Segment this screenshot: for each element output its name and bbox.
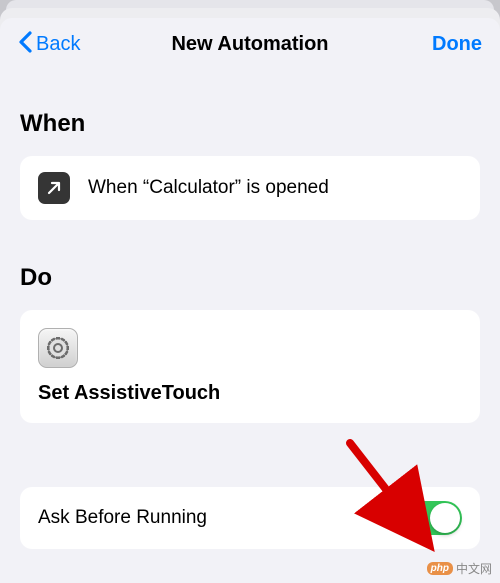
when-card[interactable]: When “Calculator” is opened: [20, 156, 480, 220]
watermark-text: 中文网: [456, 560, 492, 577]
back-label: Back: [36, 33, 80, 56]
page-title: New Automation: [171, 33, 328, 56]
automation-sheet: Back New Automation Done When When “Calc…: [0, 18, 500, 583]
back-button[interactable]: Back: [18, 31, 80, 57]
watermark-badge: php: [427, 562, 453, 575]
do-header: Do: [20, 264, 480, 292]
nav-bar: Back New Automation Done: [0, 18, 500, 70]
when-condition-text: When “Calculator” is opened: [88, 177, 329, 199]
ask-before-running-toggle[interactable]: [406, 501, 462, 535]
settings-app-icon: [38, 328, 78, 368]
do-card[interactable]: Set AssistiveTouch: [20, 310, 480, 423]
chevron-left-icon: [18, 31, 32, 57]
app-open-icon: [38, 172, 70, 204]
when-header: When: [20, 110, 480, 138]
action-label: Set AssistiveTouch: [38, 382, 462, 405]
ask-before-running-row: Ask Before Running: [20, 487, 480, 549]
watermark: php 中文网: [427, 560, 492, 577]
done-button[interactable]: Done: [432, 33, 482, 56]
ask-before-running-label: Ask Before Running: [38, 507, 207, 529]
